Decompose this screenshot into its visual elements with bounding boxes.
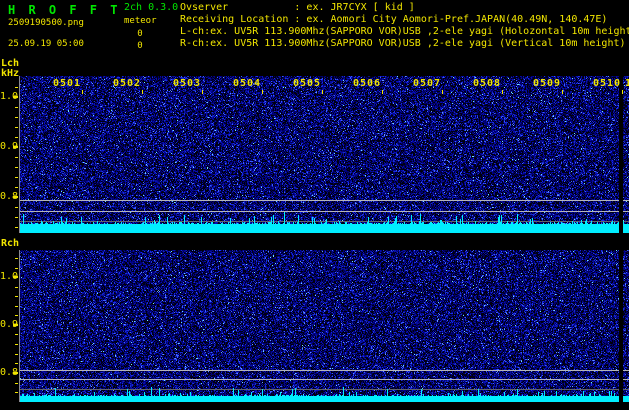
time-tick	[442, 90, 443, 94]
app-title: H R O F F T	[8, 3, 121, 17]
time-tick	[562, 90, 563, 94]
lch-major-tick	[13, 196, 18, 198]
rch-axis-label: Rch	[1, 238, 20, 249]
rch-spectrogram	[20, 250, 629, 402]
time-label: 0508	[473, 78, 502, 89]
rch-minor-tick	[15, 354, 18, 355]
time-tick	[262, 90, 263, 94]
khz-unit-label: kHz	[1, 68, 20, 79]
time-label: 0501	[53, 78, 82, 89]
meteor-count-2: 0	[137, 41, 143, 51]
lch-minor-tick	[15, 127, 18, 128]
rch-setup-line: R-ch:ex. UV5R 113.900Mhz(SAPPORO VOR)USB…	[180, 38, 626, 49]
rch-minor-tick	[15, 392, 18, 393]
lch-panel-border	[19, 76, 20, 233]
time-tick	[622, 90, 623, 94]
time-tick	[322, 90, 323, 94]
time-tick	[82, 90, 83, 94]
rch-minor-tick	[15, 363, 18, 364]
meteor-count-1: 0	[137, 29, 143, 39]
lch-minor-tick	[15, 107, 18, 108]
output-filename: 2509190500.png	[8, 18, 84, 28]
time-label: 0506	[353, 78, 382, 89]
rch-minor-tick	[15, 344, 18, 345]
lch-major-tick	[13, 146, 18, 148]
lch-minor-tick	[15, 217, 18, 218]
lch-minor-tick	[15, 117, 18, 118]
location-line: Receiving Location : ex. Aomori City Aom…	[180, 14, 608, 25]
time-tick	[502, 90, 503, 94]
station-info-block: Ovserver : ex. JR7CYX [ kid ] Receiving …	[180, 2, 629, 50]
lch-minor-tick	[15, 207, 18, 208]
lch-major-tick	[13, 96, 18, 98]
lch-minor-tick	[15, 87, 18, 88]
lch-minor-tick	[15, 187, 18, 188]
lch-minor-tick	[15, 227, 18, 228]
rch-minor-tick	[15, 306, 18, 307]
rch-minor-tick	[15, 287, 18, 288]
time-label: 0510	[593, 78, 622, 89]
lch-setup-line: L-ch:ex. UV5R 113.900Mhz(SAPPORO VOR)USB…	[180, 26, 629, 37]
time-tick	[202, 90, 203, 94]
datetime-label: 25.09.19 05:00	[8, 39, 84, 49]
time-label: 0504	[233, 78, 262, 89]
lch-minor-tick	[15, 157, 18, 158]
app-version: 2ch 0.3.0	[124, 2, 179, 13]
rch-minor-tick	[15, 268, 18, 269]
rch-minor-tick	[15, 315, 18, 316]
rch-minor-tick	[15, 258, 18, 259]
rch-minor-tick	[15, 334, 18, 335]
mode-label: meteor	[124, 16, 157, 26]
rch-minor-tick	[15, 383, 18, 384]
time-label: 0507	[413, 78, 442, 89]
time-tick	[382, 90, 383, 94]
lch-minor-tick	[15, 137, 18, 138]
rch-minor-tick	[15, 296, 18, 297]
time-label: 0505	[293, 78, 322, 89]
time-label: 0503	[173, 78, 202, 89]
rch-major-tick	[13, 276, 18, 278]
observer-line: Ovserver : ex. JR7CYX [ kid ]	[180, 2, 415, 13]
time-label: 0509	[533, 78, 562, 89]
lch-minor-tick	[15, 177, 18, 178]
time-label-trailing: 10	[625, 79, 629, 89]
rch-panel-border	[19, 250, 20, 402]
rch-major-tick	[13, 372, 18, 374]
time-tick	[142, 90, 143, 94]
hrofft-screen: H R O F F T 2ch 0.3.0 2509190500.png met…	[0, 0, 629, 410]
rch-major-tick	[13, 324, 18, 326]
lch-spectrogram	[20, 76, 629, 233]
lch-minor-tick	[15, 167, 18, 168]
time-label: 0502	[113, 78, 142, 89]
